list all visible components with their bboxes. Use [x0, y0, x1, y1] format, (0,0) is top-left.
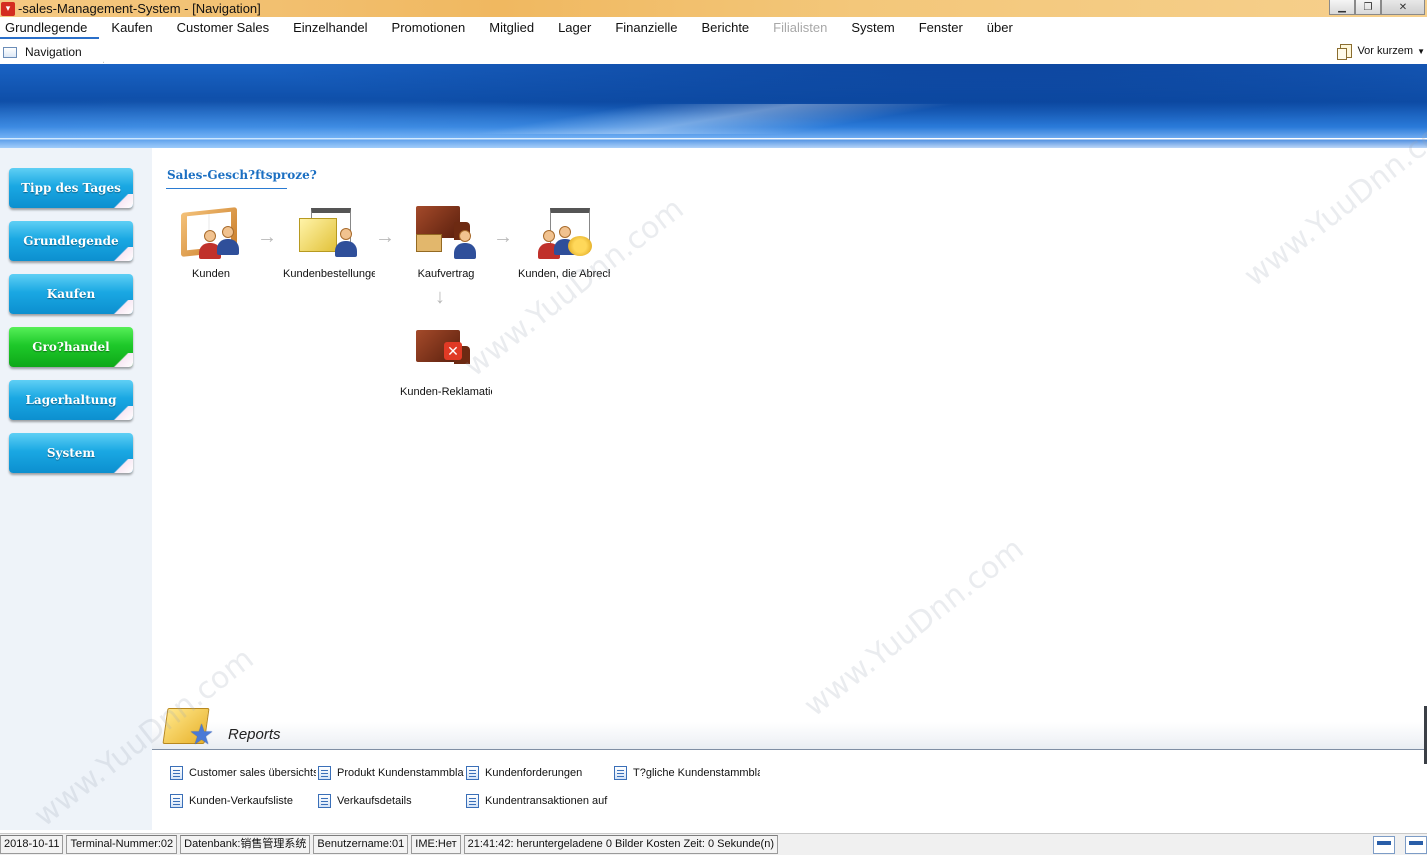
arrow-right-icon: →	[375, 226, 395, 248]
status-bar: 2018-10-11 Terminal-Nummer:02 Datenbank:…	[0, 833, 1427, 855]
report-link-verkaufsdetails[interactable]: Verkaufsdetails	[318, 794, 464, 808]
status-database: Datenbank:销售管理系统	[180, 835, 311, 854]
report-link-verkaufsliste[interactable]: Kunden-Verkaufsliste	[170, 794, 316, 808]
report-icon	[318, 794, 331, 808]
report-icon	[466, 766, 479, 780]
report-link-label: Customer sales übersichts	[189, 767, 316, 779]
menu-mitglied[interactable]: Mitglied	[477, 17, 546, 39]
report-icon	[614, 766, 627, 780]
status-date: 2018-10-11	[0, 835, 64, 854]
menu-berichte[interactable]: Berichte	[689, 17, 761, 39]
flow-node-reklamation-label: Kunden-Reklamation	[400, 386, 492, 398]
report-link-label: T?gliche Kundenstammblatt	[633, 767, 760, 779]
status-message: 21:41:42: heruntergeladene 0 Bilder Kost…	[463, 835, 778, 854]
report-icon	[170, 766, 183, 780]
flow-node-kundenbestellungen[interactable]: Kundenbestellungen	[283, 204, 375, 280]
layout-horizontal-icon[interactable]	[1373, 836, 1395, 854]
report-link-label: Kundenforderungen	[485, 767, 583, 779]
layout-buttons	[1363, 836, 1427, 854]
header-banner	[0, 64, 1427, 148]
recent-dropdown[interactable]: Vor kurzem ▼	[1337, 44, 1425, 60]
title-underline	[166, 188, 287, 189]
billing-coins-icon	[532, 204, 596, 262]
menu-system[interactable]: System	[839, 17, 906, 39]
order-box-icon	[297, 204, 361, 262]
tab-navigation-label: Navigation	[25, 45, 82, 59]
report-link-label: Kundentransaktionen auf	[485, 795, 608, 807]
sidebar-button-system[interactable]: System	[9, 433, 133, 473]
report-link-label: Verkaufsdetails	[337, 795, 412, 807]
sidebar-button-lagerhaltung[interactable]: Lagerhaltung	[9, 380, 133, 420]
menu-bar: Grundlegende Kaufen Customer Sales Einze…	[0, 17, 1427, 39]
window-controls: ▁ ❐ ✕	[1329, 0, 1425, 15]
report-link-produkt[interactable]: Produkt Kundenstammblatt	[318, 766, 464, 780]
menu-promotionen[interactable]: Promotionen	[380, 17, 478, 39]
close-icon[interactable]: ✕	[1381, 0, 1425, 15]
arrow-right-icon: →	[493, 226, 513, 248]
report-link-kundentransaktionen[interactable]: Kundentransaktionen auf	[466, 794, 612, 808]
flow-node-reklamation[interactable]: ✕ Kunden-Reklamation	[400, 322, 492, 398]
flow-node-kaufvertrag[interactable]: Kaufvertrag	[400, 204, 492, 280]
window-icon	[3, 46, 17, 58]
report-link-label: Produkt Kundenstammblatt	[337, 767, 464, 779]
report-link-tagliche[interactable]: T?gliche Kundenstammblatt	[614, 766, 760, 780]
return-truck-icon: ✕	[414, 322, 478, 380]
arrow-down-icon: ↓	[435, 286, 445, 308]
arrow-right-icon: →	[257, 226, 277, 248]
title-bar: ▾ -sales-Management-System - [Navigation…	[0, 0, 1427, 17]
report-link-label: Kunden-Verkaufsliste	[189, 795, 293, 807]
sidebar-button-grundlegende[interactable]: Grundlegende	[9, 221, 133, 261]
sidebar-button-grosshandel[interactable]: Gro?handel	[9, 327, 133, 367]
reports-header	[152, 722, 1425, 750]
menu-fenster[interactable]: Fenster	[907, 17, 975, 39]
status-ime: IME:Нет	[411, 835, 461, 854]
recent-label: Vor kurzem	[1357, 45, 1414, 57]
menu-einzelhandel[interactable]: Einzelhandel	[281, 17, 379, 39]
reports-title: Reports	[228, 726, 281, 743]
report-link-customer-sales[interactable]: Customer sales übersichts	[170, 766, 316, 780]
menu-uber[interactable]: über	[975, 17, 1025, 39]
flow-node-abrechnung[interactable]: Kunden, die Abrechnung	[518, 204, 610, 280]
menu-finanzielle[interactable]: Finanzielle	[603, 17, 689, 39]
flow-node-kunden[interactable]: Kunden	[165, 204, 257, 280]
menu-grundlegende[interactable]: Grundlegende	[0, 17, 100, 39]
chevron-down-icon: ▼	[1417, 46, 1425, 56]
layout-vertical-icon[interactable]	[1405, 836, 1427, 854]
report-link-kundenforderungen[interactable]: Kundenforderungen	[466, 766, 612, 780]
customer-book-icon	[179, 204, 243, 262]
flow-node-kunden-label: Kunden	[192, 268, 230, 280]
sidebar: Tipp des Tages Grundlegende Kaufen Gro?h…	[0, 148, 152, 830]
window-title: -sales-Management-System - [Navigation]	[18, 1, 261, 16]
menu-customer-sales[interactable]: Customer Sales	[165, 17, 281, 39]
status-user: Benutzername:01	[313, 835, 409, 854]
minimize-icon[interactable]: ▁	[1329, 0, 1355, 15]
menu-filialisten: Filialisten	[773, 20, 828, 35]
report-icon	[318, 766, 331, 780]
reports-folder-icon: ★	[162, 702, 215, 749]
maximize-icon[interactable]: ❐	[1355, 0, 1381, 15]
flow-node-kaufvertrag-label: Kaufvertrag	[417, 268, 475, 280]
menu-lager[interactable]: Lager	[546, 17, 603, 39]
menu-kaufen[interactable]: Kaufen	[99, 17, 164, 39]
sidebar-button-tipp[interactable]: Tipp des Tages	[9, 168, 133, 208]
report-icon	[466, 794, 479, 808]
report-icon	[170, 794, 183, 808]
app-icon: ▾	[1, 1, 15, 16]
process-title: Sales-Gesch?ftsproze?	[167, 168, 317, 182]
sidebar-button-kaufen[interactable]: Kaufen	[9, 274, 133, 314]
tab-strip: Navigation Vor kurzem ▼	[0, 39, 1427, 64]
flow-node-abrechnung-label: Kunden, die Abrechnung	[518, 268, 610, 280]
tab-navigation[interactable]: Navigation	[0, 41, 104, 63]
status-terminal: Terminal-Nummer:02	[66, 835, 178, 854]
banner-wave	[0, 104, 1427, 134]
delivery-truck-icon	[414, 204, 478, 262]
documents-icon	[1337, 44, 1353, 60]
flow-node-kundenbestellungen-label: Kundenbestellungen	[283, 268, 375, 280]
